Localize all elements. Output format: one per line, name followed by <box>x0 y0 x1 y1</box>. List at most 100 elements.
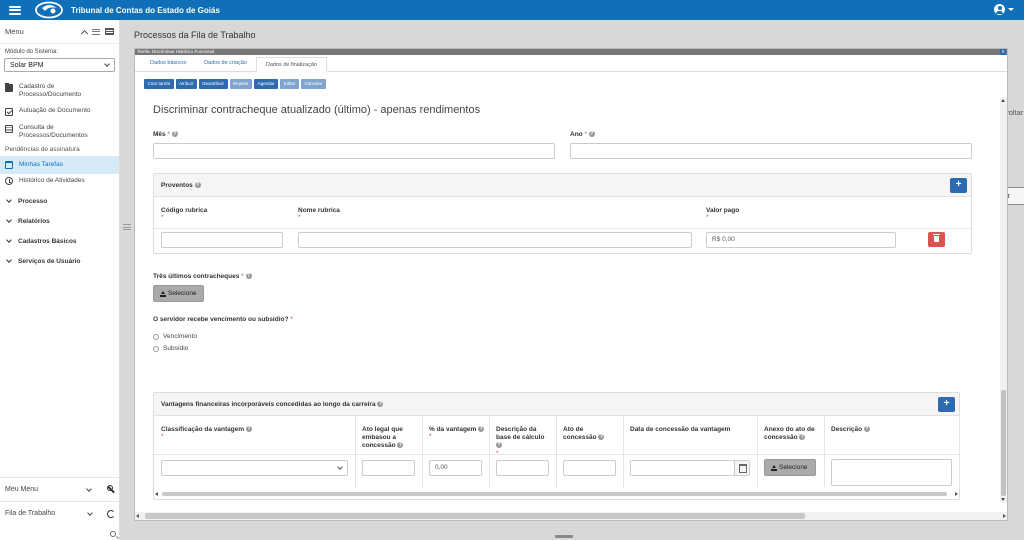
scrollbar-thumb[interactable] <box>162 492 947 496</box>
valor-pago-input[interactable]: R$ 0,00 <box>706 232 896 248</box>
radio-button[interactable] <box>153 333 159 340</box>
scroll-left-icon[interactable] <box>136 514 139 518</box>
module-select[interactable]: Solar BPM <box>4 58 115 72</box>
nome-rubrica-input[interactable] <box>298 232 692 248</box>
form-vscroll[interactable] <box>1000 97 1007 503</box>
tab-dados-finalizacao[interactable]: Dados de finalização <box>255 57 327 72</box>
sidebar-group-label: Relatórios <box>18 217 50 225</box>
ato-legal-input[interactable] <box>362 460 415 476</box>
scroll-left-icon[interactable] <box>155 492 158 496</box>
search-icon[interactable] <box>110 531 116 537</box>
codigo-rubrica-input[interactable] <box>161 232 283 248</box>
required-mark: * <box>584 131 587 138</box>
trash-icon <box>933 234 940 242</box>
close-button[interactable]: x <box>1000 49 1006 55</box>
calendar-icon[interactable] <box>734 461 749 475</box>
ano-label-text: Ano <box>570 131 583 138</box>
calendar-icon <box>5 161 13 169</box>
column-divider <box>959 416 960 488</box>
data-concessao-input[interactable] <box>630 460 750 476</box>
hamburger-menu-icon[interactable] <box>9 5 21 15</box>
sidebar-group-label: Processo <box>18 197 48 205</box>
help-icon[interactable]: ? <box>863 426 870 433</box>
question-text: O servidor recebe vencimento ou subsídio… <box>153 316 289 323</box>
grid-view-icon[interactable] <box>105 28 114 35</box>
radio-subsidio[interactable]: Subsídio <box>153 345 188 352</box>
sidebar-group-processo[interactable]: Processo <box>0 191 119 211</box>
help-icon[interactable]: ? <box>397 442 404 449</box>
atribuir-button[interactable]: Atribuir <box>175 79 197 89</box>
help-icon[interactable]: ? <box>799 434 806 441</box>
selecione-anexo-button[interactable]: Selecione <box>764 459 816 476</box>
help-icon[interactable]: ? <box>598 434 605 441</box>
agendar-button[interactable]: Agendar <box>254 79 279 89</box>
scrollbar-thumb[interactable] <box>145 513 805 519</box>
anexo-label: Anexo do ato de concessão ? <box>764 426 819 442</box>
descricao-textarea[interactable] <box>831 459 952 486</box>
help-icon[interactable]: ? <box>588 131 595 138</box>
sidebar-group-servicos[interactable]: Serviços de Usuário <box>0 251 119 271</box>
mes-input[interactable] <box>153 143 555 159</box>
descricao-base-input[interactable] <box>496 460 549 476</box>
vantagens-hscroll[interactable] <box>154 490 959 498</box>
delete-provento-button[interactable] <box>928 232 945 247</box>
ano-label: Ano * ? <box>570 131 595 138</box>
scroll-right-icon[interactable] <box>1003 514 1006 518</box>
sidebar-item-consulta[interactable]: Consulta de Processos/Documentos <box>0 122 119 142</box>
sidebar-item-historico[interactable]: Histórico de Atividades <box>0 174 119 188</box>
help-icon[interactable]: ? <box>171 131 178 138</box>
chevron-down-icon[interactable] <box>87 509 93 516</box>
modal-hscroll[interactable] <box>135 512 1007 520</box>
add-provento-button[interactable]: + <box>950 178 967 193</box>
help-icon[interactable]: ? <box>245 426 252 433</box>
help-icon[interactable]: ? <box>245 273 252 280</box>
sidebar-group-relatorios[interactable]: Relatórios <box>0 211 119 231</box>
sidebar-group-cadastros[interactable]: Cadastros Básicos <box>0 231 119 251</box>
classificacao-select[interactable] <box>161 460 348 476</box>
sidebar-item-minhas-tarefas[interactable]: Minhas Tarefas <box>0 156 119 174</box>
help-icon[interactable]: ? <box>194 182 201 189</box>
help-icon[interactable]: ? <box>377 401 384 408</box>
list-view-icon[interactable] <box>92 28 100 35</box>
contracheques-label: Três últimos contracheques * ? <box>153 273 252 280</box>
tce-logo-icon <box>33 1 65 19</box>
top-bar: Tribunal de Contas do Estado de Goiás <box>0 0 1024 20</box>
percent-input[interactable]: 0,00 <box>429 460 482 476</box>
sidebar-header: Menu <box>0 20 119 44</box>
required-mark: * <box>706 214 709 221</box>
scroll-up-icon[interactable] <box>1001 99 1005 102</box>
ato-concessao-input[interactable] <box>563 460 616 476</box>
wrench-icon[interactable] <box>106 485 115 494</box>
radio-vencimento[interactable]: Vencimento <box>153 333 197 340</box>
action-toolbar: Criar tarefa Atribuir Desatribuir Rejeit… <box>135 72 1007 89</box>
tab-dados-basicos[interactable]: Dados básicos <box>141 56 195 71</box>
row-divider <box>154 228 971 229</box>
sidebar-item-cadastro[interactable]: Cadastro de Processo/Documento <box>0 81 119 101</box>
ano-input[interactable] <box>570 143 972 159</box>
meu-menu-bar[interactable]: Meu Menu <box>0 477 120 501</box>
sidebar-item-autuacao[interactable]: Autuação de Documento <box>0 105 119 118</box>
selecione-contracheques-button[interactable]: Selecione <box>153 285 204 302</box>
cancelar-button[interactable]: Cancelar <box>300 79 326 89</box>
radio-button[interactable] <box>153 345 159 352</box>
criar-tarefa-button[interactable]: Criar tarefa <box>144 79 174 89</box>
row-divider <box>154 454 959 455</box>
scroll-down-icon[interactable] <box>1001 498 1005 501</box>
rejeitar-button[interactable]: Rejeitar <box>229 79 253 89</box>
editar-button[interactable]: Editar <box>280 79 299 89</box>
descricao-base-text: Descrição da base de cálculo <box>496 426 545 441</box>
desatribuir-button[interactable]: Desatribuir <box>198 79 228 89</box>
scroll-right-icon[interactable] <box>955 492 958 496</box>
user-menu[interactable] <box>994 4 1014 15</box>
add-vantagem-button[interactable]: + <box>938 397 955 412</box>
chevron-up-icon[interactable] <box>80 29 89 37</box>
tab-dados-criacao[interactable]: Dados de criação <box>195 56 256 71</box>
fila-trabalho-bar[interactable]: Fila de Trabalho <box>0 501 120 525</box>
chevron-down-icon[interactable] <box>86 485 92 492</box>
refresh-icon[interactable] <box>107 509 115 518</box>
resize-handle[interactable] <box>555 535 573 538</box>
chevron-down-icon <box>6 237 12 243</box>
help-icon[interactable]: ? <box>478 426 485 433</box>
scrollbar-thumb[interactable] <box>1001 390 1006 496</box>
help-icon[interactable]: ? <box>496 442 502 449</box>
